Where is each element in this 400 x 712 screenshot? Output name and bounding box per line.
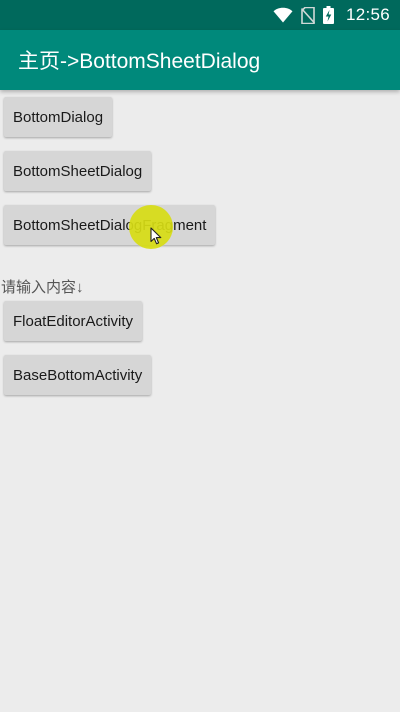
bottom-sheet-dialog-button[interactable]: BottomSheetDialog xyxy=(4,151,152,191)
bottom-dialog-button[interactable]: BottomDialog xyxy=(4,97,113,137)
base-bottom-activity-button[interactable]: BaseBottomActivity xyxy=(4,355,152,395)
status-time: 12:56 xyxy=(345,5,390,24)
wifi-icon xyxy=(273,7,293,23)
input-hint-label: 请输入内容↓ xyxy=(1,279,84,296)
pointer-cursor-icon xyxy=(150,227,162,250)
app-bar: 主页->BottomSheetDialog xyxy=(0,30,400,90)
status-bar: 12:56 xyxy=(0,0,400,30)
battery-charging-icon xyxy=(322,6,334,24)
page-title: 主页->BottomSheetDialog xyxy=(18,50,261,73)
no-sim-icon xyxy=(300,6,315,24)
status-icons: 12:56 xyxy=(273,0,400,30)
bottom-sheet-dialog-fragment-button[interactable]: BottomSheetDialogFragment xyxy=(4,205,216,245)
float-editor-activity-button[interactable]: FloatEditorActivity xyxy=(4,301,143,341)
